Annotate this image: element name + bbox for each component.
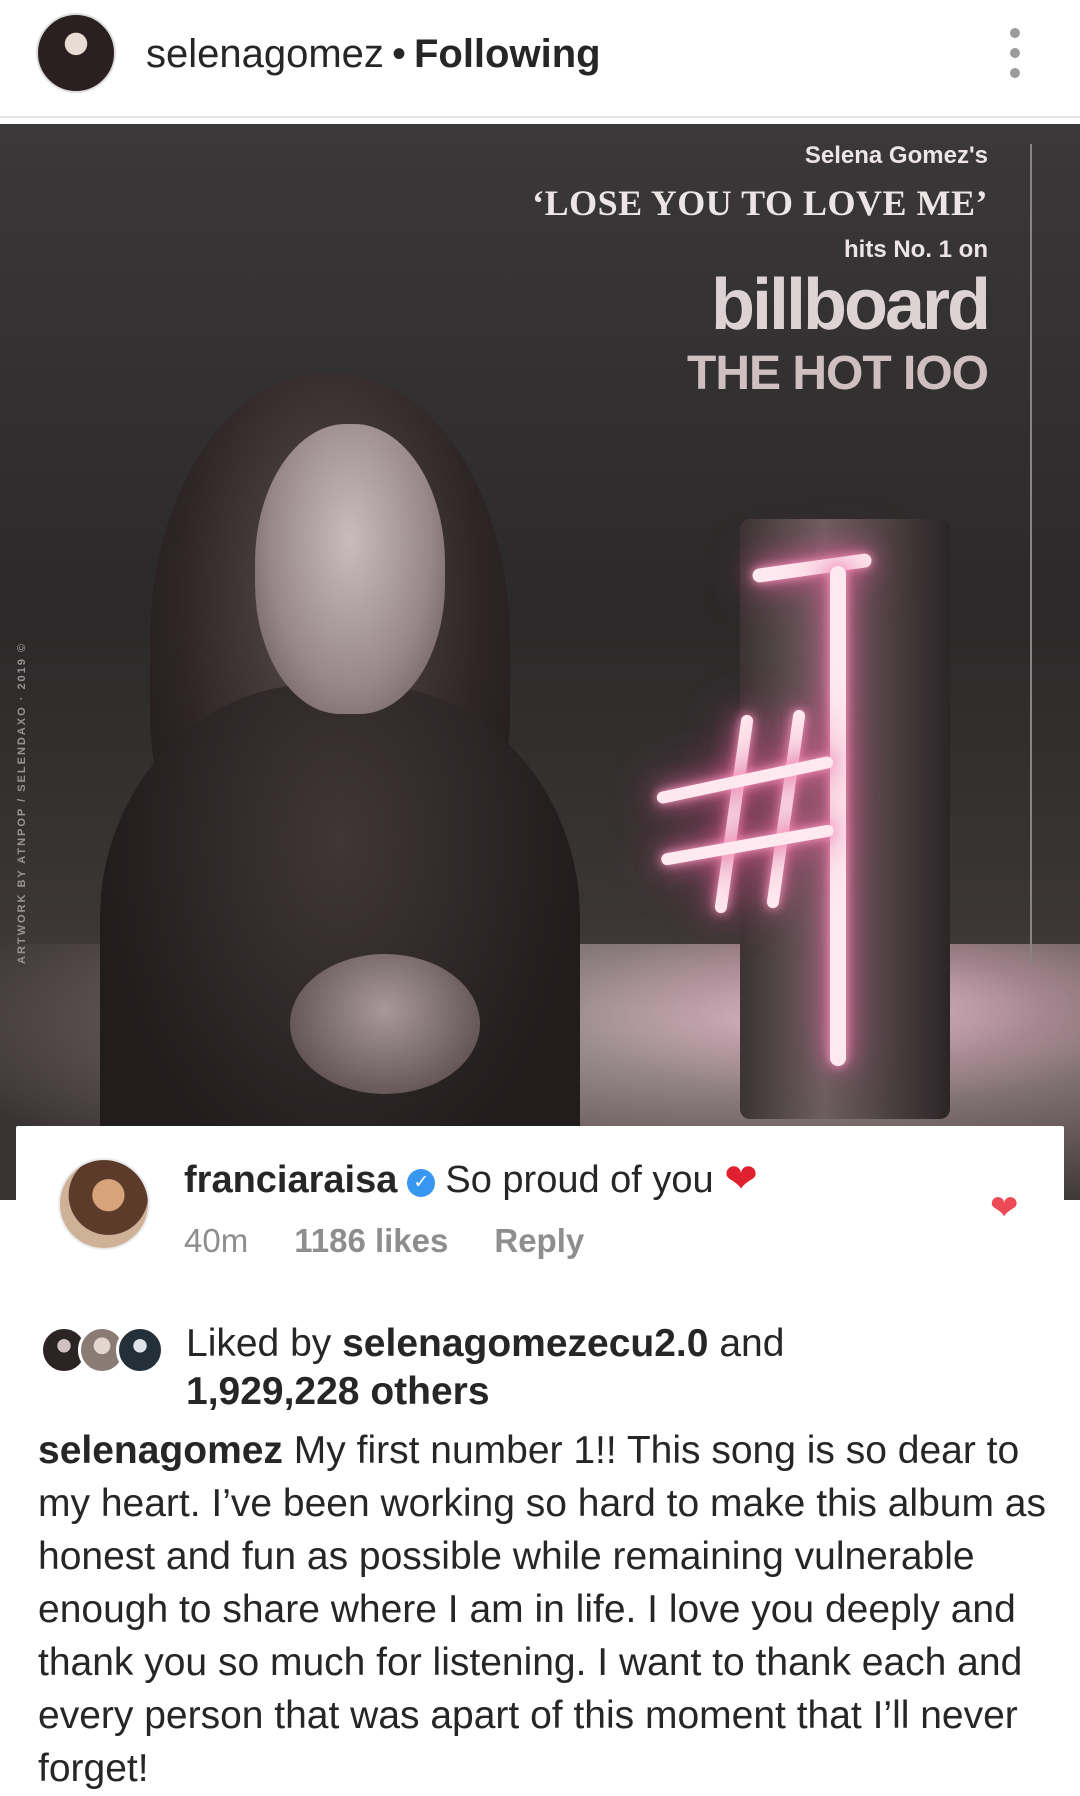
divider-line [1030,144,1032,964]
reply-button[interactable]: Reply [494,1222,584,1259]
caption-username[interactable]: selenagomez [38,1429,283,1472]
image-artist-line: Selena Gomez's [804,142,988,169]
liked-by-connector: and [719,1322,785,1365]
caption-text: My first number 1!! This song is so dear… [38,1429,1046,1790]
portrait-face [255,424,445,714]
hot-100-label: THE HOT IOO [687,347,989,400]
billboard-logo: billboard [711,265,991,345]
heart-emoji: ❤ [724,1157,758,1201]
comment-text: So proud of you [445,1159,714,1201]
post-image[interactable]: ARTWORK BY ATNPOP / SELENDAXO · 2019 © S… [0,124,1080,1200]
profile-avatar[interactable] [36,13,116,93]
comment-username[interactable]: franciaraisa [184,1159,397,1201]
post-caption: selenagomez My first number 1!! This son… [38,1424,1048,1795]
liker-avatar [116,1326,164,1374]
comment-meta: 40m 1186 likes Reply [184,1222,630,1260]
neon-one-stem [830,566,846,1066]
liked-by-text[interactable]: Liked by selenagomezecu2.0 and 1,929,228… [186,1320,784,1416]
portrait-body [100,684,580,1200]
liked-by-prefix: Liked by [186,1322,332,1365]
header-title: selenagomez • Following [146,30,601,78]
comment-likes[interactable]: 1186 likes [294,1222,448,1259]
image-song-title: ‘LOSE YOU TO LOVE ME’ [532,183,988,223]
comment-time: 40m [184,1222,249,1259]
like-comment-heart-icon[interactable]: ❤ [990,1188,1019,1228]
following-button[interactable]: Following [414,32,601,76]
post-header: selenagomez • Following [0,0,1080,118]
more-options-icon[interactable] [1000,28,1030,78]
verified-badge-icon: ✓ [407,1169,436,1197]
liked-by-others[interactable]: 1,929,228 others [186,1370,490,1413]
portrait-knees [290,954,480,1094]
header-separator: • [391,32,406,76]
liked-by-user[interactable]: selenagomezecu2.0 [342,1322,708,1365]
image-hits-line: hits No. 1 on [844,236,988,263]
comment-avatar[interactable] [58,1158,150,1250]
highlighted-comment: franciaraisa ✓ So proud of you ❤ 40m 1186 l… [16,1126,1064,1296]
liked-by-avatars[interactable] [40,1326,164,1376]
comment-line: franciaraisa ✓ So proud of you ❤ [184,1156,758,1203]
header-username[interactable]: selenagomez [146,32,384,76]
artwork-credit: ARTWORK BY ATNPOP / SELENDAXO · 2019 © [16,641,28,964]
